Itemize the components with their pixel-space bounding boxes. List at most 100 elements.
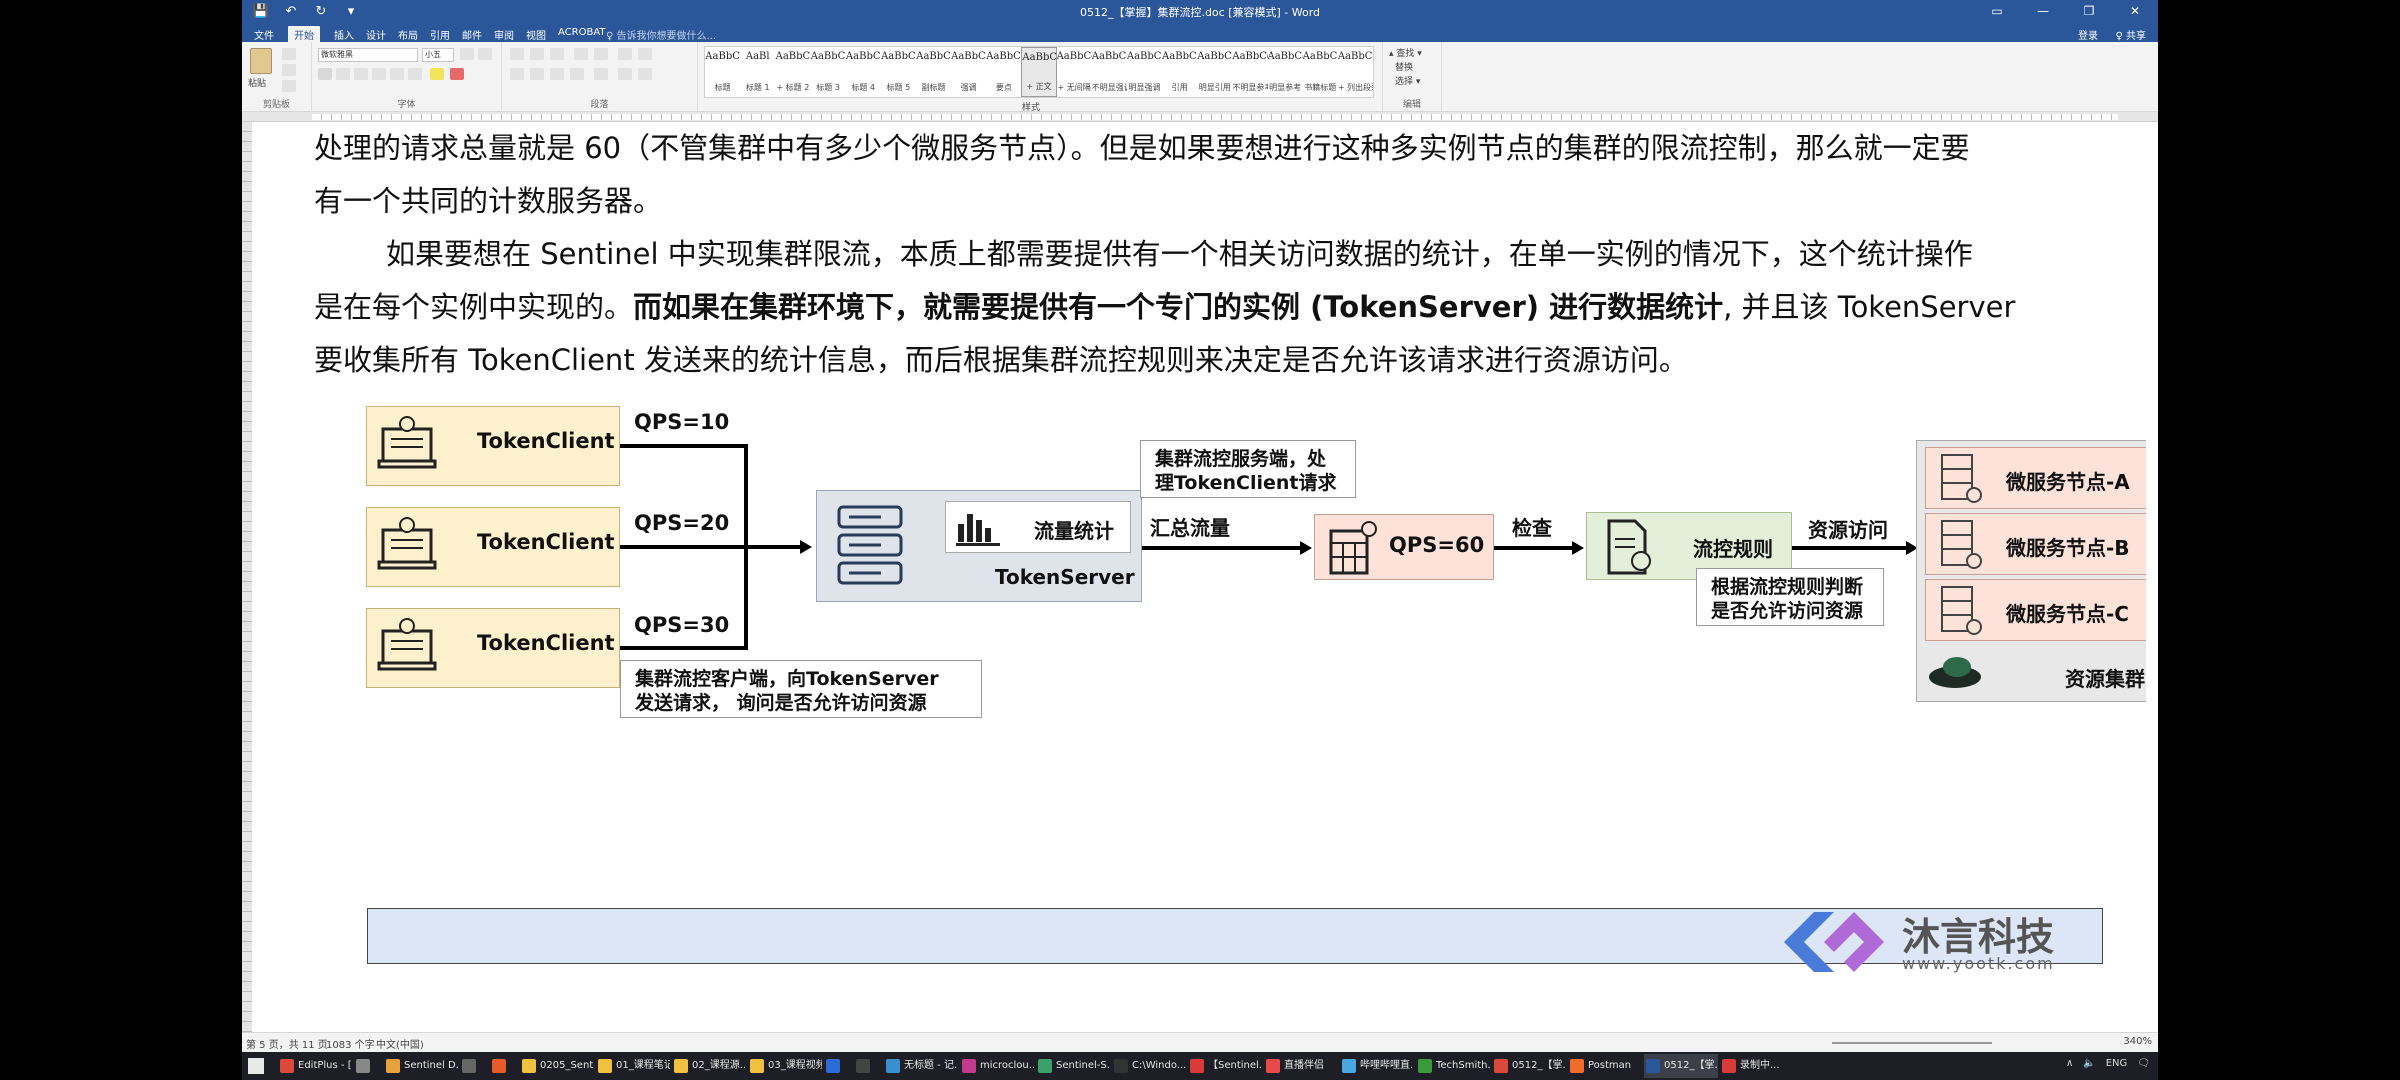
taskbar-item[interactable]: 0205_Sent... [520, 1054, 594, 1078]
bullets-icon[interactable] [510, 48, 524, 60]
taskbar-item[interactable]: 03_课程视频 [748, 1054, 822, 1078]
superscript-icon[interactable] [408, 68, 422, 80]
input-language[interactable]: ENG [2106, 1058, 2128, 1069]
language-indicator[interactable]: 中文(中国) [376, 1036, 424, 1051]
grow-font-icon[interactable] [460, 48, 474, 60]
vertical-ruler[interactable] [242, 122, 252, 1032]
align-right-icon[interactable] [550, 68, 564, 80]
numbering-icon[interactable] [530, 48, 544, 60]
login-link[interactable]: 登录 [2078, 27, 2098, 42]
minimize-button[interactable]: — [2020, 0, 2066, 24]
highlight-icon[interactable] [430, 68, 444, 80]
sort-icon[interactable] [618, 48, 632, 60]
style-item[interactable]: AaBbCcD 书籍标题 [1303, 47, 1338, 97]
tab-mailings[interactable]: 邮件 [456, 26, 488, 43]
borders-icon[interactable] [638, 68, 652, 80]
word-count[interactable]: 1083 个字 [326, 1036, 375, 1051]
style-item[interactable]: AaBbC 标题 [705, 47, 740, 97]
style-item[interactable]: AaBbC 标题 3 [810, 47, 846, 97]
shading-icon[interactable] [618, 68, 632, 80]
style-item[interactable]: AaBbC + 标题 2 [775, 47, 811, 97]
taskbar-item[interactable]: TechSmith... [1416, 1054, 1490, 1078]
taskbar-item[interactable]: 02_课程源... [672, 1054, 746, 1078]
tab-design[interactable]: 设计 [360, 26, 392, 43]
tab-layout[interactable]: 布局 [392, 26, 424, 43]
style-item[interactable]: AaBbCcDc + 正文 [1021, 47, 1057, 97]
style-item[interactable]: AaBl 标题 1 [740, 47, 775, 97]
tab-references[interactable]: 引用 [424, 26, 456, 43]
restore-button[interactable]: ❐ [2066, 0, 2112, 24]
volume-icon[interactable]: 🔈 [2083, 1058, 2095, 1069]
style-item[interactable]: AaBbC 标题 4 [846, 47, 881, 97]
style-item[interactable]: AaBbCcI 明显参考 [1268, 47, 1303, 97]
style-item[interactable]: AaBbCcD 不明显参考 [1232, 47, 1267, 97]
tab-insert[interactable]: 插入 [328, 26, 360, 43]
taskbar-item[interactable] [854, 1054, 882, 1078]
document-page[interactable]: 处理的请求总量就是 60（不管集群中有多少个微服务节点）。但是如果要想进行这种多… [254, 122, 2146, 1032]
multilevel-list-icon[interactable] [550, 48, 564, 60]
align-left-icon[interactable] [510, 68, 524, 80]
taskbar-item[interactable]: microclou... [960, 1054, 1034, 1078]
style-item[interactable]: AaBbCcDc 明显引用 [1197, 47, 1232, 97]
taskbar-item[interactable]: C:\Windo... [1112, 1054, 1186, 1078]
font-name-select[interactable]: 微软雅黑 [318, 48, 418, 62]
style-item[interactable]: AaBbCcDc 强调 [951, 47, 986, 97]
taskbar-item[interactable]: Sentinel D... [384, 1054, 458, 1078]
taskbar-item[interactable] [354, 1054, 382, 1078]
start-button[interactable] [248, 1058, 264, 1074]
taskbar-item[interactable]: Postman [1568, 1054, 1642, 1078]
style-item[interactable]: AaBbCcDc + 无间隔 [1057, 47, 1092, 97]
cut-icon[interactable] [282, 48, 296, 60]
style-item[interactable]: AaBbCcDc 明显强调 [1127, 47, 1162, 97]
taskbar-item[interactable]: 直播伴侣 [1264, 1054, 1338, 1078]
tab-home[interactable]: 开始 [288, 26, 320, 43]
style-item[interactable]: AaBbCcDc 引用 [1162, 47, 1197, 97]
find-button[interactable]: ▴ 查找 ▾ [1389, 46, 1422, 59]
taskbar-item[interactable]: 0512_【掌... [1492, 1054, 1566, 1078]
increase-indent-icon[interactable] [594, 48, 608, 60]
font-size-select[interactable]: 小五 [422, 48, 454, 62]
taskbar-item[interactable] [460, 1054, 488, 1078]
taskbar-item[interactable] [824, 1054, 852, 1078]
justify-icon[interactable] [570, 68, 584, 80]
taskbar-item[interactable]: 无标题 - 记... [884, 1054, 958, 1078]
decrease-indent-icon[interactable] [574, 48, 588, 60]
zoom-slider[interactable] [1832, 1042, 1992, 1044]
format-painter-icon[interactable] [282, 80, 296, 92]
taskbar-item[interactable]: 【Sentinel... [1188, 1054, 1262, 1078]
taskbar-item[interactable] [490, 1054, 518, 1078]
shrink-font-icon[interactable] [478, 48, 492, 60]
notification-icon[interactable]: 🗨 [2137, 1058, 2150, 1069]
bold-icon[interactable] [318, 68, 332, 80]
line-spacing-icon[interactable] [594, 68, 608, 80]
copy-icon[interactable] [282, 64, 296, 76]
align-center-icon[interactable] [530, 68, 544, 80]
strikethrough-icon[interactable] [372, 68, 386, 80]
taskbar-item[interactable]: Sentinel-S... [1036, 1054, 1110, 1078]
style-item[interactable]: AaBbC 副标题 [916, 47, 951, 97]
zoom-level[interactable]: 340% [2123, 1036, 2152, 1047]
tab-file[interactable]: 文件 [248, 26, 280, 43]
tray-expand-icon[interactable]: ∧ [2066, 1058, 2073, 1069]
italic-icon[interactable] [336, 68, 350, 80]
taskbar-item[interactable]: 0512_【掌... [1644, 1054, 1718, 1078]
paste-icon[interactable] [250, 48, 272, 74]
tab-view[interactable]: 视图 [520, 26, 552, 43]
tab-acrobat[interactable]: ACROBAT [552, 26, 612, 39]
style-item[interactable]: AaBbCcDc + 列出段落 [1338, 47, 1373, 97]
page-count[interactable]: 第 5 页，共 11 页 [246, 1036, 328, 1051]
ribbon-display-icon[interactable]: ▭ [1974, 0, 2020, 24]
replace-button[interactable]: 替换 [1395, 60, 1413, 73]
paste-label[interactable]: 粘贴 [248, 76, 266, 89]
font-color-icon[interactable] [450, 68, 464, 80]
subscript-icon[interactable] [390, 68, 404, 80]
close-button[interactable]: ✕ [2112, 0, 2158, 24]
taskbar-item[interactable]: 01_课程笔记 [596, 1054, 670, 1078]
share-button[interactable]: ♀ 共享 [2115, 27, 2146, 42]
taskbar-item[interactable]: 哔哩哔哩直... [1340, 1054, 1414, 1078]
underline-icon[interactable] [354, 68, 368, 80]
tab-review[interactable]: 审阅 [488, 26, 520, 43]
style-item[interactable]: AaBbCcDc 不明显强调 [1092, 47, 1127, 97]
style-item[interactable]: AaBbCcD 要点 [986, 47, 1021, 97]
select-button[interactable]: 选择 ▾ [1395, 74, 1420, 87]
